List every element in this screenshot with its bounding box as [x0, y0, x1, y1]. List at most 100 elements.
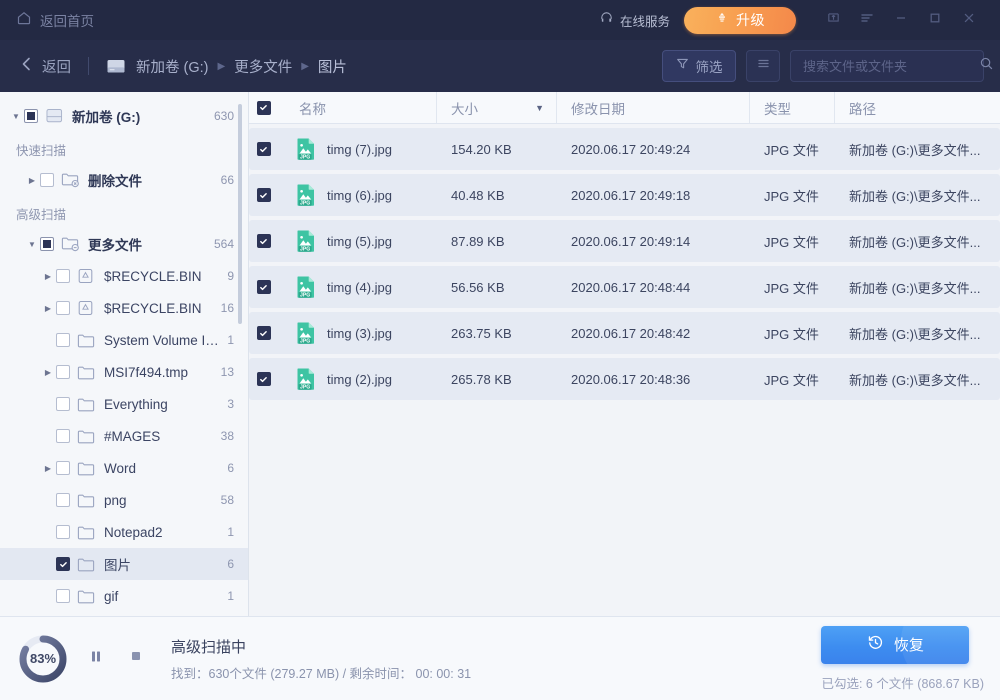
chevron-down-icon[interactable]: ▼ [8, 112, 24, 121]
row-checkbox[interactable] [257, 188, 271, 202]
tree-item[interactable]: ▼更多文件564 [0, 228, 248, 260]
cell-name: JPGtimg (7).jpg [285, 137, 437, 161]
table-row[interactable]: JPGtimg (7).jpg154.20 KB2020.06.17 20:49… [249, 128, 1000, 170]
row-checkbox[interactable] [257, 280, 271, 294]
breadcrumb-item-0[interactable]: 新加卷 (G:) [136, 56, 209, 77]
chevron-down-icon[interactable]: ▼ [24, 240, 40, 249]
sidebar-scrollbar[interactable] [238, 104, 242, 324]
table-row[interactable]: JPGtimg (5).jpg87.89 KB2020.06.17 20:49:… [249, 220, 1000, 262]
folder-icon [77, 525, 96, 540]
row-checkbox-cell[interactable] [249, 234, 285, 248]
row-checkbox[interactable] [257, 372, 271, 386]
maximize-icon [928, 11, 942, 30]
tree-item-label: Word [104, 461, 219, 476]
search-box[interactable] [790, 50, 984, 82]
home-button-label: 返回首页 [40, 10, 94, 30]
tree-item[interactable]: png58 [0, 484, 248, 516]
select-all-checkbox[interactable] [257, 101, 271, 115]
recycle-bin-icon [77, 268, 96, 284]
tree-item-checkbox[interactable] [40, 237, 54, 251]
tree-item[interactable]: Notepad21 [0, 516, 248, 548]
tree-item[interactable]: ▶删除文件66 [0, 164, 248, 196]
column-header-date[interactable]: 修改日期 [557, 92, 750, 123]
tree-item[interactable]: ▶Word6 [0, 452, 248, 484]
back-button[interactable]: 返回 [20, 56, 71, 77]
menu-button[interactable] [850, 3, 884, 37]
filter-button[interactable]: 筛选 [662, 50, 736, 82]
breadcrumb-item-1[interactable]: 更多文件 [234, 56, 292, 77]
chevron-right-icon[interactable]: ▶ [40, 272, 56, 281]
tree-item[interactable]: gif1 [0, 580, 248, 612]
tree-item[interactable]: 图片6 [0, 548, 248, 580]
feedback-button[interactable] [816, 3, 850, 37]
table-row[interactable]: JPGtimg (4).jpg56.56 KB2020.06.17 20:48:… [249, 266, 1000, 308]
row-checkbox[interactable] [257, 326, 271, 340]
tree-item-checkbox[interactable] [56, 493, 70, 507]
online-service-button[interactable]: 在线服务 [599, 10, 670, 30]
tree-item-count: 3 [227, 397, 234, 411]
pause-button[interactable] [83, 646, 109, 672]
tree-item[interactable]: Everything3 [0, 388, 248, 420]
tree-item-checkbox[interactable] [56, 429, 70, 443]
minimize-button[interactable] [884, 3, 918, 37]
restore-button[interactable]: 恢复 [821, 626, 969, 664]
sort-desc-icon[interactable]: ▼ [535, 103, 544, 113]
scan-status: 高级扫描中 找到：630个文件 (279.27 MB) / 剩余时间： 00: … [171, 636, 471, 682]
stop-icon [129, 649, 143, 668]
column-header-size[interactable]: 大小 ▼ [437, 92, 557, 123]
tree-item-checkbox[interactable] [56, 365, 70, 379]
cell-date: 2020.06.17 20:49:24 [557, 142, 750, 157]
row-checkbox-cell[interactable] [249, 142, 285, 156]
tree-item[interactable]: ▼新加卷 (G:)630 [0, 100, 248, 132]
maximize-button[interactable] [918, 3, 952, 37]
chevron-right-icon[interactable]: ▶ [40, 368, 56, 377]
row-checkbox-cell[interactable] [249, 188, 285, 202]
search-icon[interactable] [979, 56, 994, 76]
select-all-header[interactable] [249, 92, 285, 123]
tree-item[interactable]: #MAGES38 [0, 420, 248, 452]
home-button[interactable]: 返回首页 [16, 0, 94, 40]
table-row[interactable]: JPGtimg (3).jpg263.75 KB2020.06.17 20:48… [249, 312, 1000, 354]
tree-item-checkbox[interactable] [56, 301, 70, 315]
table-row[interactable]: JPGtimg (6).jpg40.48 KB2020.06.17 20:49:… [249, 174, 1000, 216]
tree-item-checkbox[interactable] [56, 333, 70, 347]
row-checkbox[interactable] [257, 142, 271, 156]
tree-item-checkbox[interactable] [40, 173, 54, 187]
tree-item-checkbox[interactable] [56, 589, 70, 603]
tree-item-checkbox[interactable] [56, 461, 70, 475]
tree-item-checkbox[interactable] [56, 269, 70, 283]
filter-button-label: 筛选 [696, 56, 723, 76]
row-checkbox-cell[interactable] [249, 326, 285, 340]
tree-item[interactable]: ▶MSI7f494.tmp13 [0, 356, 248, 388]
tree-item[interactable]: System Volume Inf...1 [0, 324, 248, 356]
tree-item-label: 删除文件 [88, 170, 213, 190]
tree-item-count: 564 [214, 237, 234, 251]
cell-date: 2020.06.17 20:49:18 [557, 188, 750, 203]
column-header-type[interactable]: 类型 [750, 92, 835, 123]
column-header-name[interactable]: 名称 [285, 92, 437, 123]
tree-item[interactable]: ▶$RECYCLE.BIN9 [0, 260, 248, 292]
upgrade-button[interactable]: 升级 [684, 7, 796, 34]
row-checkbox-cell[interactable] [249, 372, 285, 386]
app-window: 返回首页 在线服务 [0, 0, 1000, 700]
row-checkbox[interactable] [257, 234, 271, 248]
tree-item-checkbox[interactable] [56, 525, 70, 539]
tree-item-checkbox[interactable] [24, 109, 38, 123]
chevron-right-icon[interactable]: ▶ [24, 176, 40, 185]
close-button[interactable] [952, 3, 986, 37]
chevron-right-icon[interactable]: ▶ [40, 464, 56, 473]
list-view-button[interactable] [746, 50, 780, 82]
breadcrumb-item-2[interactable]: 图片 [318, 56, 347, 77]
stop-button[interactable] [123, 646, 149, 672]
tree-item-label: 图片 [104, 554, 219, 574]
tree-item-checkbox[interactable] [56, 397, 70, 411]
row-checkbox-cell[interactable] [249, 280, 285, 294]
folder-deleted-icon [61, 172, 80, 188]
tree-item[interactable]: ▶$RECYCLE.BIN16 [0, 292, 248, 324]
tree-item-count: 1 [227, 333, 234, 347]
search-input[interactable] [803, 59, 979, 74]
column-header-path[interactable]: 路径 [835, 92, 1000, 123]
tree-item-checkbox[interactable] [56, 557, 70, 571]
table-row[interactable]: JPGtimg (2).jpg265.78 KB2020.06.17 20:48… [249, 358, 1000, 400]
chevron-right-icon[interactable]: ▶ [40, 304, 56, 313]
